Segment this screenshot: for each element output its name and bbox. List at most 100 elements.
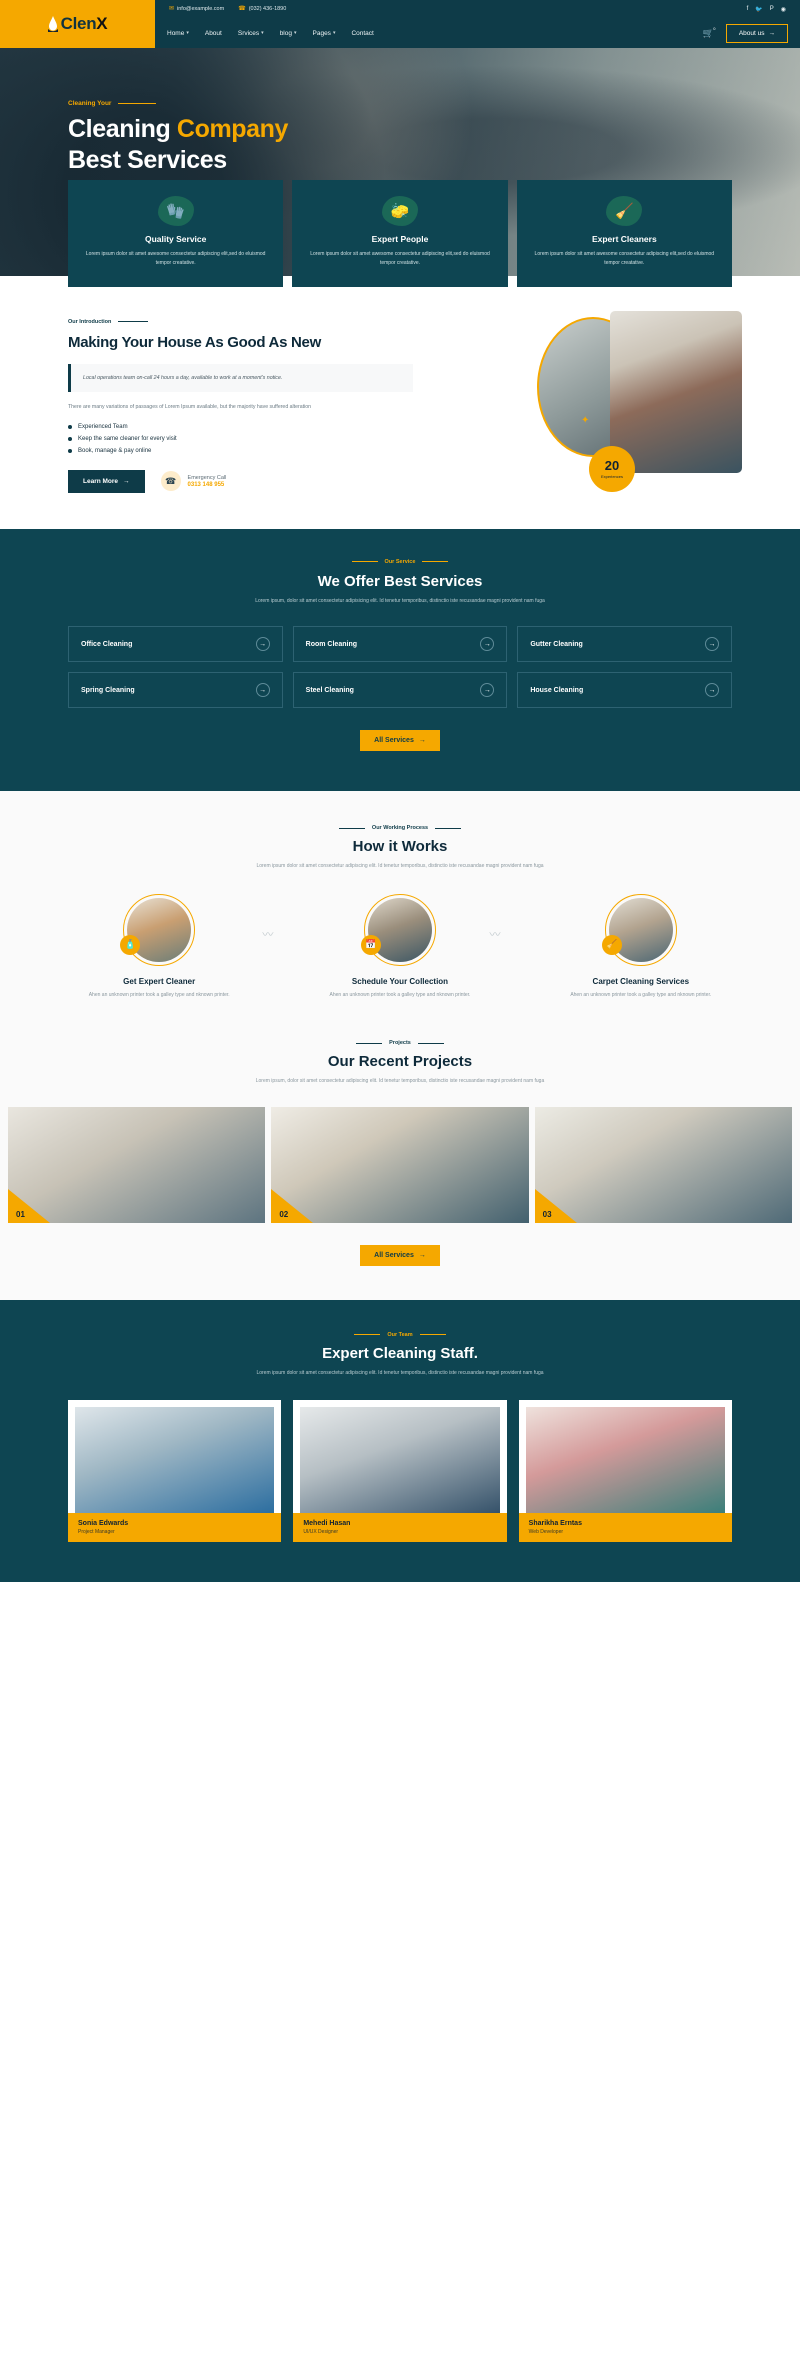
social-links: f 🐦 P ◉ (747, 6, 786, 13)
service-item-office-cleaning[interactable]: Office Cleaning → (68, 626, 283, 663)
introduction-actions: Learn More → ☎ Emergency Call 0313 148 9… (68, 469, 413, 493)
arrow-right-icon: → (480, 637, 495, 652)
experience-number: 20 (604, 457, 620, 473)
step-text: Ahen an unknown printer took a galley ty… (329, 991, 471, 998)
introduction-eyebrow-text: Our Introduction (68, 318, 112, 325)
list-item: Keep the same cleaner for every visit (68, 436, 413, 442)
feature-card-text: Lorem ipsum dolor sit amet awesome conse… (534, 251, 715, 267)
nav-item-blog[interactable]: blog ▾ (280, 30, 297, 37)
list-item: Experienced Team (68, 424, 413, 430)
process-steps: 〰 〰 🧴 Get Expert Cleaner Ahen an unknown… (56, 893, 744, 1001)
works-eyebrow-text: Our Working Process (371, 825, 429, 832)
service-label: Spring Cleaning (81, 686, 135, 694)
introduction-checklist: Experienced Team Keep the same cleaner f… (68, 424, 413, 454)
step-badge-icon: 🧹 (601, 934, 622, 955)
introduction-title: Making Your House As Good As New (68, 333, 321, 351)
experience-badge: 20 Experiences (589, 445, 635, 492)
arrow-right-icon: → (255, 637, 270, 652)
introduction-learn-more-button[interactable]: Learn More → (68, 469, 145, 493)
hero-eyebrow: Cleaning Your (68, 100, 800, 107)
logo-name-accent: X (96, 14, 108, 33)
projects-all-services-button[interactable]: All Services → (360, 1244, 440, 1266)
feature-card-expert-people[interactable]: 🧽 Expert People Lorem ipsum dolor sit am… (292, 180, 508, 287)
facebook-icon[interactable]: f (747, 6, 749, 12)
step-photo-frame: 📅 (360, 893, 436, 966)
nav-item-pages[interactable]: Pages ▾ (313, 30, 336, 37)
contact-email[interactable]: ✉ info@example.com (169, 6, 224, 12)
project-card-1[interactable]: 01 (8, 1106, 266, 1223)
team-member-role: Web Developer (528, 1529, 564, 1536)
service-item-spring-cleaning[interactable]: Spring Cleaning → (68, 672, 283, 709)
eyebrow-divider-left (356, 1042, 383, 1044)
project-card-2[interactable]: 02 (271, 1106, 529, 1223)
team-member-card-3[interactable]: Sharikha Erntas Web Developer (518, 1400, 732, 1543)
team-member-card-2[interactable]: Mehedi Hasan UI/UX Designer (293, 1400, 507, 1543)
hero-eyebrow-text: Cleaning Your (68, 100, 112, 107)
checklist-label: Keep the same cleaner for every visit (78, 435, 177, 442)
feature-card-expert-cleaners[interactable]: 🧹 Expert Cleaners Lorem ipsum dolor sit … (516, 180, 732, 287)
service-item-house-cleaning[interactable]: House Cleaning → (517, 672, 732, 709)
services-eyebrow: Our Service (68, 559, 732, 565)
chevron-down-icon: ▾ (332, 30, 336, 36)
nav-item-services[interactable]: Srvices ▾ (238, 30, 264, 37)
nav-item-contact[interactable]: Contact (351, 30, 373, 37)
service-item-gutter-cleaning[interactable]: Gutter Cleaning → (517, 626, 732, 663)
cart-count-badge: 0 (710, 24, 718, 32)
team-member-name: Mehedi Hasan (303, 1520, 351, 1528)
introduction-primary-photo (610, 310, 742, 473)
emergency-text: Emergency Call 0313 148 955 (188, 475, 227, 488)
works-title: How it Works (352, 838, 448, 856)
arrow-right-icon: → (705, 683, 719, 698)
feature-card-title: Quality Service (144, 234, 207, 244)
working-process-section: Our Working Process How it Works Lorem i… (0, 791, 800, 1035)
step-photo-frame: 🧹 (601, 893, 677, 966)
services-eyebrow-text: Our Service (384, 558, 416, 565)
twitter-icon[interactable]: 🐦 (755, 6, 762, 13)
step-title: Carpet Cleaning Services (592, 976, 690, 986)
eyebrow-divider-right (422, 561, 449, 563)
about-us-button[interactable]: About us → (725, 23, 788, 43)
chevron-down-icon: ▾ (261, 30, 264, 36)
team-member-info: Sharikha Erntas Web Developer (518, 1513, 732, 1543)
logo-name-main: Clen (60, 14, 97, 33)
nav-label: Srvices (237, 29, 260, 37)
service-label: Office Cleaning (81, 640, 133, 648)
chevron-down-icon: ▾ (186, 30, 189, 36)
gloves-icon: 🧤 (157, 196, 194, 226)
all-services-button[interactable]: All Services → (360, 730, 440, 752)
emergency-label: Emergency Call (187, 474, 227, 481)
step-title: Get Expert Cleaner (123, 976, 196, 986)
team-member-card-1[interactable]: Sonia Edwards Project Manager (68, 1400, 282, 1543)
projects-eyebrow: Projects (0, 1040, 800, 1046)
nav-item-home[interactable]: Home ▾ (167, 30, 189, 37)
introduction-paragraph: There are many variations of passages of… (68, 404, 311, 411)
connector-squiggle-icon: 〰 (262, 928, 274, 941)
instagram-icon[interactable]: ◉ (781, 6, 786, 13)
cart-icon[interactable]: 🛒 0 (703, 24, 718, 39)
emergency-call-block[interactable]: ☎ Emergency Call 0313 148 955 (160, 471, 227, 492)
contact-phone[interactable]: ☎ (032) 436-1890 (238, 6, 286, 12)
services-subtitle: Lorem ipsum, dolor sit amet consectetur … (255, 597, 545, 604)
introduction-image-column: ✦ 20 Experiences (435, 310, 742, 493)
eyebrow-divider (118, 103, 157, 104)
site-logo[interactable]: Clen X (0, 0, 155, 48)
feature-card-quality-service[interactable]: 🧤 Quality Service Lorem ipsum dolor sit … (68, 180, 284, 287)
projects-subtitle: Lorem ipsum, dolor sit amet consectetur … (255, 1078, 545, 1085)
works-eyebrow: Our Working Process (56, 825, 744, 831)
eyebrow-divider-left (338, 827, 365, 829)
nav-item-about[interactable]: About (205, 30, 222, 37)
service-item-room-cleaning[interactable]: Room Cleaning → (292, 626, 508, 663)
services-grid: Office Cleaning → Room Cleaning → Gutter… (68, 626, 732, 709)
experience-label: Experiences (600, 473, 623, 479)
main-navigation: Home ▾ About Srvices ▾ blog ▾ Pages ▾ Co… (155, 18, 800, 48)
phone-icon: ☎ (238, 6, 246, 12)
checklist-label: Book, manage & pay online (78, 447, 152, 454)
envelope-icon: ✉ (169, 6, 175, 12)
icon-glyph: 🧽 (390, 203, 410, 220)
project-card-3[interactable]: 03 (534, 1106, 792, 1223)
project-number-tag (8, 1188, 50, 1223)
pinterest-icon[interactable]: P (770, 6, 774, 12)
top-bar-content: ✉ info@example.com ☎ (032) 436-1890 f 🐦 … (155, 0, 800, 18)
service-item-steel-cleaning[interactable]: Steel Cleaning → (292, 672, 508, 709)
introduction-eyebrow: Our Introduction (68, 319, 413, 325)
